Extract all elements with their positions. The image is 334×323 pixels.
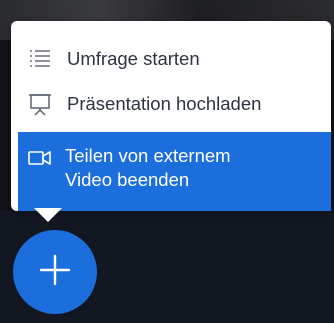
plus-icon [37, 252, 73, 293]
menu-item-stop-external-video[interactable]: Teilen von externem Video beenden [18, 132, 331, 211]
label-line-1: Teilen von externem [65, 145, 231, 166]
actions-menu: Umfrage starten Präsentation hochladen T… [11, 21, 331, 211]
menu-item-label: Präsentation hochladen [67, 93, 262, 114]
poll-list-icon [28, 47, 52, 71]
actions-button[interactable] [13, 230, 97, 314]
menu-item-label: Umfrage starten [67, 48, 200, 69]
menu-pointer-arrow [34, 208, 62, 222]
menu-item-label: Teilen von externem Video beenden [65, 144, 231, 192]
label-line-2: Video beenden [65, 169, 190, 190]
menu-item-start-poll[interactable]: Umfrage starten [18, 37, 331, 81]
menu-item-upload-presentation[interactable]: Präsentation hochladen [18, 81, 331, 127]
presentation-icon [28, 92, 52, 116]
external-video-icon [28, 146, 52, 170]
